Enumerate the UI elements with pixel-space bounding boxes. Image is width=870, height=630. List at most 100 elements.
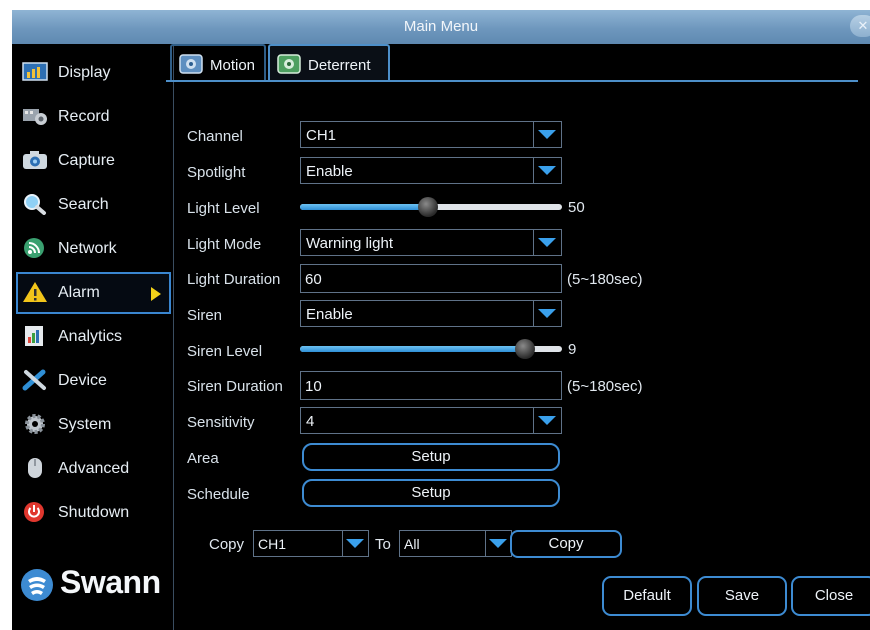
swann-logo-icon xyxy=(21,569,53,601)
siren-duration-label: Siren Duration xyxy=(187,378,283,395)
area-setup-button[interactable]: Setup xyxy=(302,443,560,471)
copy-label: Copy xyxy=(209,536,245,553)
analytics-icon xyxy=(25,326,43,346)
sidebar-item-record[interactable]: Record xyxy=(16,96,171,138)
sidebar-item-label: Capture xyxy=(58,152,115,169)
siren-duration-input[interactable]: 10 xyxy=(300,371,562,400)
sidebar-item-label: Record xyxy=(58,108,110,125)
siren-duration-value: 10 xyxy=(305,378,322,395)
copy-button[interactable]: Copy xyxy=(510,530,622,558)
sensitivity-select[interactable]: 4 xyxy=(300,407,562,434)
siren-label: Siren xyxy=(187,307,223,324)
sidebar-item-label: Alarm xyxy=(58,284,100,301)
record-icon xyxy=(23,109,47,125)
close-button[interactable]: Close xyxy=(791,576,870,616)
sidebar-item-shutdown[interactable]: Shutdown xyxy=(16,492,171,534)
chevron-down-icon[interactable] xyxy=(342,531,368,556)
search-icon xyxy=(24,194,46,215)
channel-select[interactable]: CH1 xyxy=(300,121,562,148)
siren-level-label: Siren Level xyxy=(187,343,263,360)
slider-fill xyxy=(300,204,428,210)
title-bar: Main Menu ✕ xyxy=(12,10,870,44)
siren-select[interactable]: Enable xyxy=(300,300,562,327)
sidebar-item-display[interactable]: Display xyxy=(16,52,171,94)
sidebar-item-label: System xyxy=(58,416,112,433)
copy-to-select[interactable]: All xyxy=(399,530,512,557)
sidebar-item-label: Search xyxy=(58,196,109,213)
slider-fill xyxy=(300,346,525,352)
copy-from-select[interactable]: CH1 xyxy=(253,530,369,557)
siren-value: Enable xyxy=(306,306,353,323)
channel-label: Channel xyxy=(187,128,243,145)
spotlight-label: Spotlight xyxy=(187,164,246,181)
schedule-setup-button[interactable]: Setup xyxy=(302,479,560,507)
spotlight-select[interactable]: Enable xyxy=(300,157,562,184)
sidebar-item-search[interactable]: Search xyxy=(16,184,171,226)
sidebar-divider xyxy=(173,44,174,630)
light-duration-input[interactable]: 60 xyxy=(300,264,562,293)
copy-to-label: To xyxy=(375,536,391,553)
sidebar-item-label: Network xyxy=(58,240,117,257)
sidebar-item-label: Shutdown xyxy=(58,504,130,521)
sidebar-item-label: Advanced xyxy=(58,460,130,477)
network-icon xyxy=(24,238,44,258)
tab-bar: Motion Deterrent xyxy=(166,44,858,84)
copy-to-value: All xyxy=(404,536,420,552)
copy-from-value: CH1 xyxy=(258,536,287,552)
sidebar-item-analytics[interactable]: Analytics xyxy=(16,316,171,358)
motion-camera-icon xyxy=(179,54,203,74)
slider-knob[interactable] xyxy=(515,339,535,359)
gear-icon xyxy=(25,414,45,434)
power-icon xyxy=(24,502,44,522)
sidebar-item-system[interactable]: System xyxy=(16,404,171,446)
light-duration-hint: (5~180sec) xyxy=(567,271,643,288)
sidebar-item-capture[interactable]: Capture xyxy=(16,140,171,182)
logo-text: Swann xyxy=(60,564,161,600)
light-duration-value: 60 xyxy=(305,271,322,288)
active-arrow-icon xyxy=(151,287,161,301)
sidebar-item-alarm[interactable]: Alarm xyxy=(16,272,171,314)
light-level-slider[interactable]: 50 xyxy=(300,197,585,217)
chevron-down-icon[interactable] xyxy=(533,408,561,433)
sidebar-item-network[interactable]: Network xyxy=(16,228,171,270)
sidebar-item-label: Display xyxy=(58,64,111,81)
tab-label: Deterrent xyxy=(308,57,371,74)
siren-level-value: 9 xyxy=(568,341,577,358)
siren-duration-hint: (5~180sec) xyxy=(567,378,643,395)
tools-icon xyxy=(22,369,46,391)
area-label: Area xyxy=(187,450,219,467)
sidebar-item-device[interactable]: Device xyxy=(16,360,171,402)
mouse-icon xyxy=(28,458,42,478)
chevron-down-icon[interactable] xyxy=(533,230,561,255)
spotlight-value: Enable xyxy=(306,163,353,180)
window-title: Main Menu xyxy=(403,18,479,35)
light-mode-select[interactable]: Warning light xyxy=(300,229,562,256)
slider-knob[interactable] xyxy=(418,197,438,217)
chevron-down-icon[interactable] xyxy=(533,122,561,147)
swann-logo: Swann xyxy=(20,562,170,606)
tab-underline xyxy=(166,80,858,82)
copy-row: Copy CH1 To All Copy xyxy=(195,530,625,560)
sidebar-item-label: Device xyxy=(58,372,107,389)
sidebar-item-advanced[interactable]: Advanced xyxy=(16,448,171,490)
light-level-value: 50 xyxy=(568,199,585,216)
schedule-label: Schedule xyxy=(187,486,250,503)
sensitivity-value: 4 xyxy=(306,413,315,430)
light-duration-label: Light Duration xyxy=(187,271,281,288)
channel-value: CH1 xyxy=(306,127,337,144)
tab-motion[interactable]: Motion xyxy=(170,44,266,82)
chevron-down-icon[interactable] xyxy=(533,301,561,326)
chevron-down-icon[interactable] xyxy=(485,531,511,556)
siren-level-slider[interactable]: 9 xyxy=(300,339,576,359)
close-icon[interactable]: ✕ xyxy=(850,15,870,37)
default-button[interactable]: Default xyxy=(602,576,692,616)
sidebar-item-label: Analytics xyxy=(58,328,123,345)
light-level-label: Light Level xyxy=(187,200,260,217)
tab-deterrent[interactable]: Deterrent xyxy=(268,44,390,82)
display-icon xyxy=(22,62,48,81)
tab-label: Motion xyxy=(210,57,256,74)
chevron-down-icon[interactable] xyxy=(533,158,561,183)
light-mode-value: Warning light xyxy=(306,235,393,252)
save-button[interactable]: Save xyxy=(697,576,787,616)
sidebar: Display Record Capture Search Network Al… xyxy=(12,44,173,630)
